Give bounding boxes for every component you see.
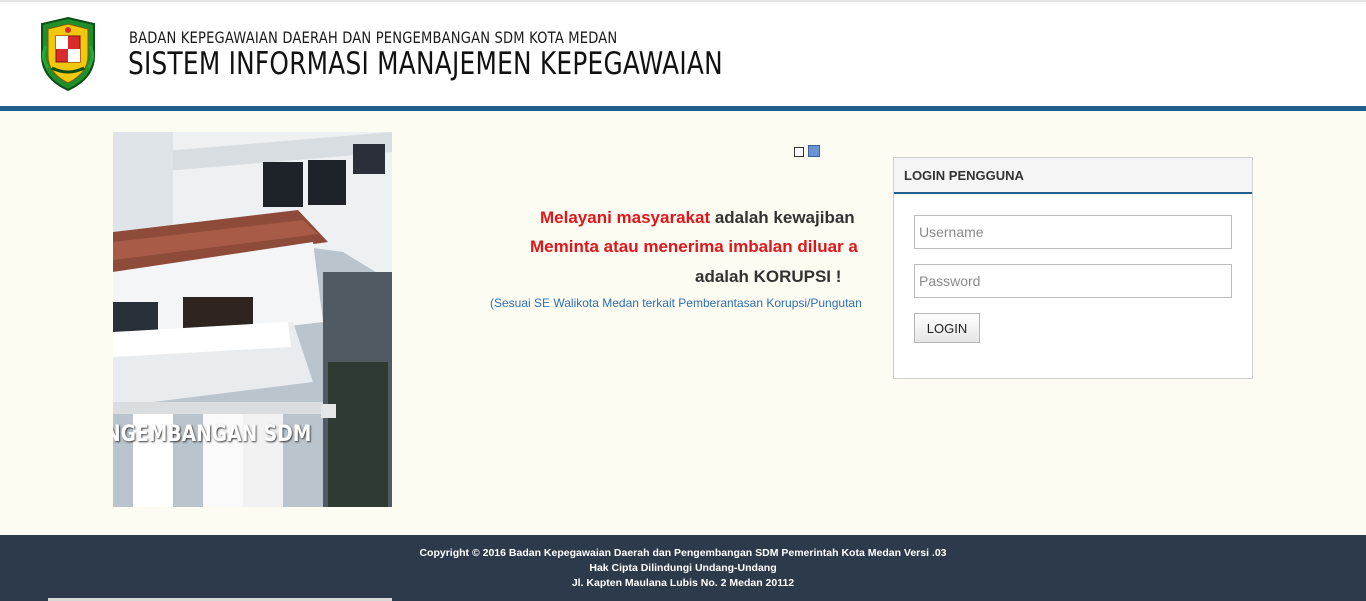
agency-name: BADAN KEPEGAWAIAN DAERAH DAN PENGEMBANGA…	[129, 28, 618, 47]
username-input[interactable]	[914, 215, 1232, 249]
slogan-line-1-rest: adalah kewajiban	[710, 208, 855, 227]
main-content: NGEMBANGAN SDM Melayani masyarakat adala…	[0, 111, 1366, 535]
footer-rights: Hak Cipta Dilindungi Undang-Undang	[589, 562, 777, 574]
building-illustration	[113, 132, 392, 507]
kota-medan-emblem-icon	[36, 16, 100, 92]
slogan-line-1: Melayani masyarakat adalah kewajiban	[540, 208, 855, 228]
system-title: SISTEM INFORMASI MANAJEMEN KEPEGAWAIAN	[128, 46, 723, 82]
login-button[interactable]: LOGIN	[914, 313, 980, 343]
slide-indicator-2[interactable]	[808, 145, 820, 157]
slogan-reference: (Sesuai SE Walikota Medan terkait Pember…	[490, 296, 862, 310]
footer-address: Jl. Kapten Maulana Lubis No. 2 Medan 201…	[571, 577, 795, 589]
site-header: BADAN KEPEGAWAIAN DAERAH DAN PENGEMBANGA…	[0, 2, 1366, 106]
password-input[interactable]	[914, 264, 1232, 298]
slide-indicator-1[interactable]	[794, 147, 804, 157]
login-panel-title: LOGIN PENGGUNA	[894, 158, 1252, 194]
slogan-line-3: adalah KORUPSI !	[695, 267, 842, 286]
slogan-marquee: Melayani masyarakat adalah kewajiban Mem…	[470, 199, 864, 329]
slogan-highlight: Melayani masyarakat	[540, 208, 711, 227]
slogan-line-2: Meminta atau menerima imbalan diluar a	[530, 237, 858, 256]
footer-copyright: Copyright © 2016 Badan Kepegawaian Daera…	[419, 547, 947, 559]
building-photo: NGEMBANGAN SDM	[113, 132, 392, 507]
photo-caption: NGEMBANGAN SDM	[113, 422, 312, 447]
site-footer: Copyright © 2016 Badan Kepegawaian Daera…	[0, 535, 1366, 601]
login-panel: LOGIN PENGGUNA LOGIN	[893, 157, 1253, 379]
